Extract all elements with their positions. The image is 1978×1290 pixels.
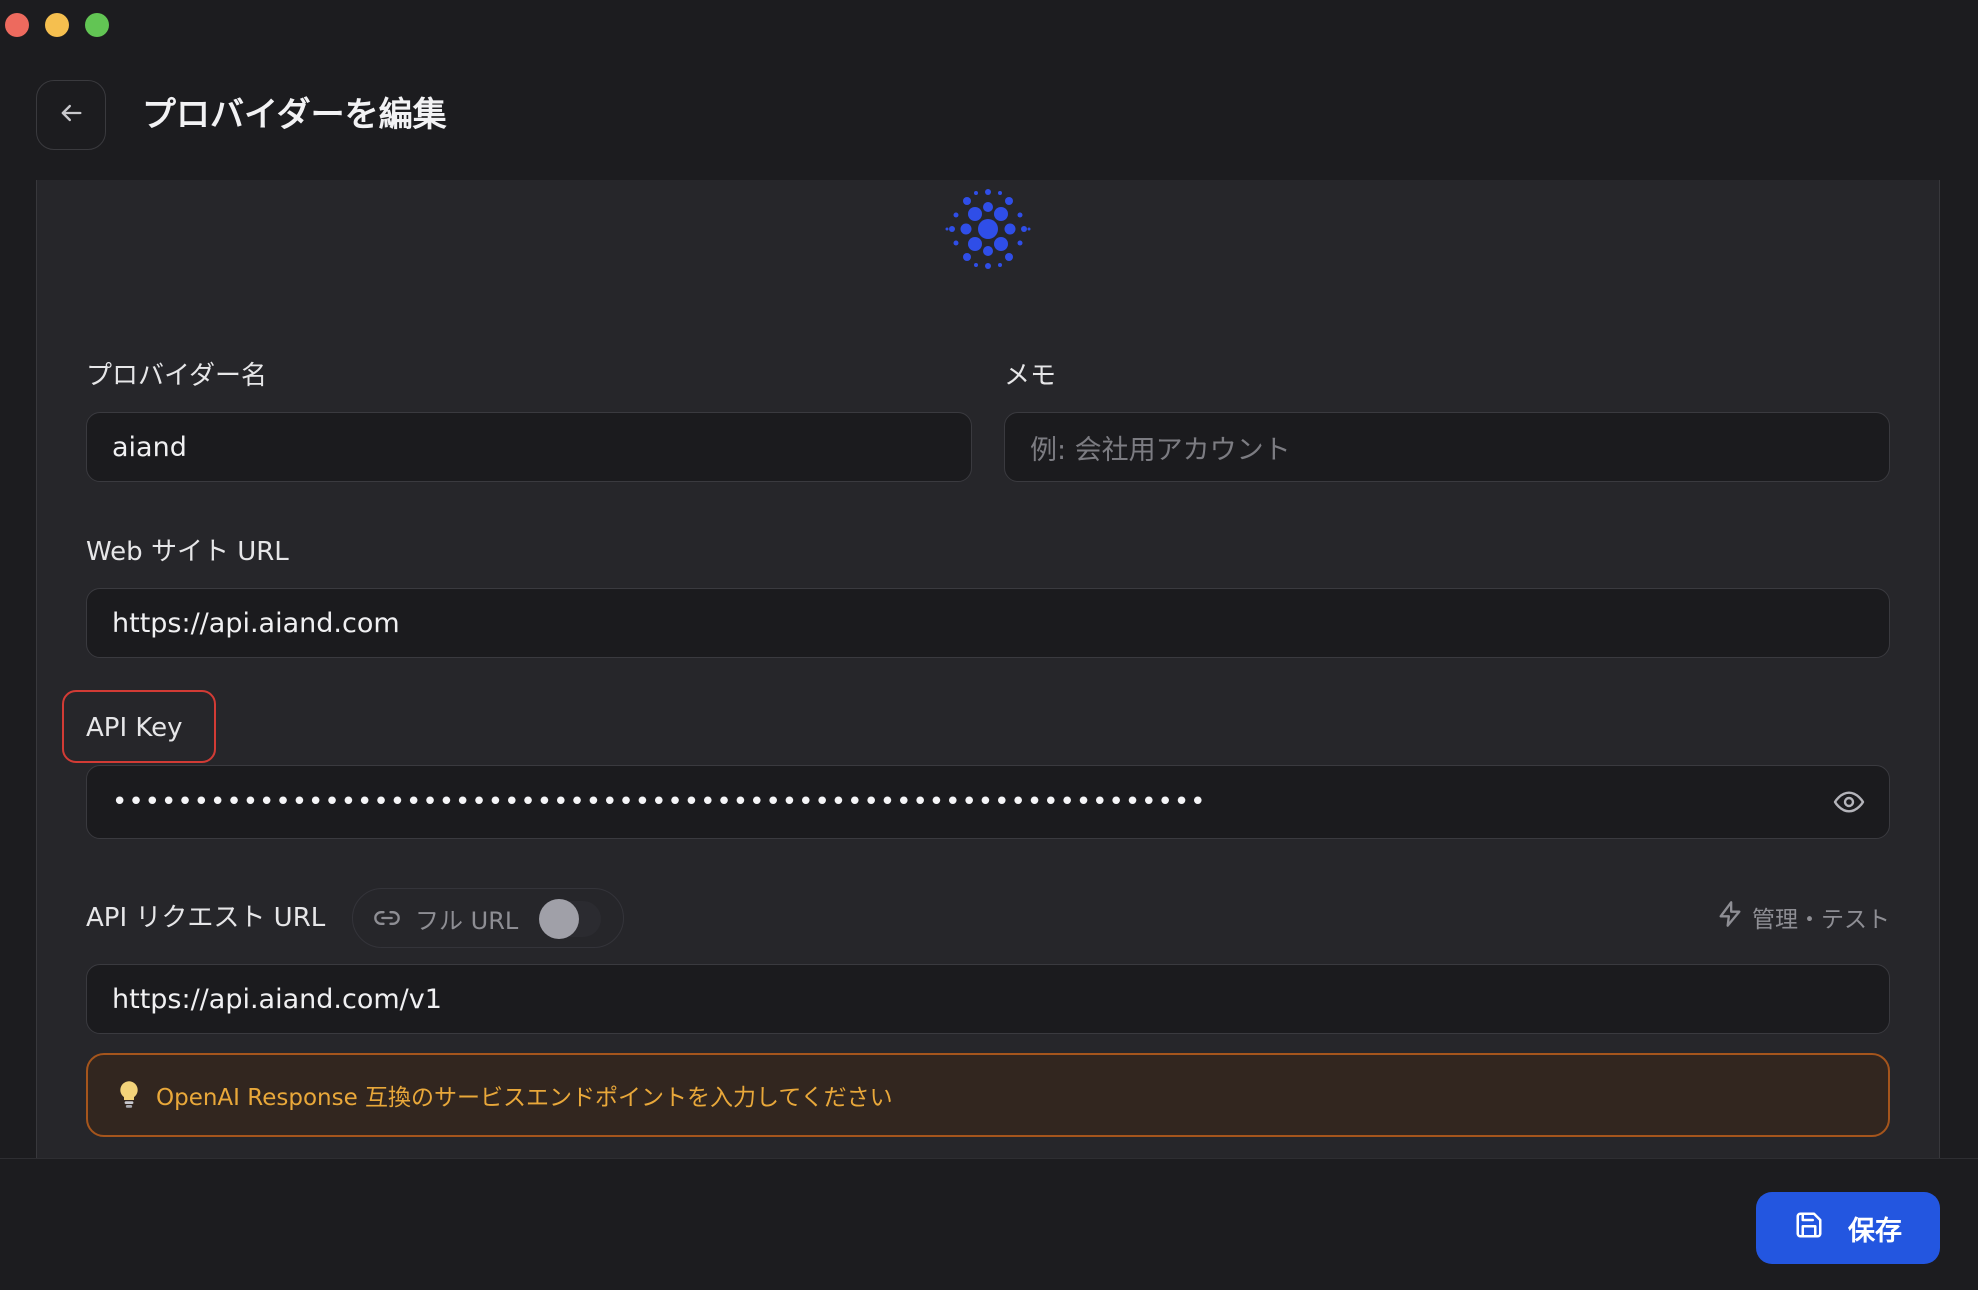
api-key-input[interactable]: ••••••••••••••••••••••••••••••••••••••••… bbox=[86, 765, 1890, 839]
lightbulb-icon bbox=[116, 1080, 142, 1110]
website-url-value: https://api.aiand.com bbox=[112, 607, 400, 639]
provider-name-value: aiand bbox=[112, 431, 187, 463]
manage-test-label: 管理・テスト bbox=[1752, 907, 1890, 933]
provider-logo-icon bbox=[942, 183, 1034, 279]
save-label: 保存 bbox=[1848, 1215, 1902, 1247]
api-key-masked-value: ••••••••••••••••••••••••••••••••••••••••… bbox=[112, 787, 1207, 817]
footer-divider bbox=[0, 1158, 1978, 1159]
memo-input[interactable]: 例: 会社用アカウント bbox=[1004, 412, 1890, 482]
api-request-url-input[interactable]: https://api.aiand.com/v1 bbox=[86, 964, 1890, 1034]
full-url-toggle-group[interactable]: フル URL bbox=[352, 888, 624, 948]
api-key-label: API Key bbox=[86, 713, 183, 743]
endpoint-hint: OpenAI Response 互換のサービスエンドポイントを入力してください bbox=[86, 1053, 1890, 1137]
arrow-left-icon bbox=[57, 99, 85, 131]
memo-placeholder: 例: 会社用アカウント bbox=[1030, 434, 1291, 466]
full-url-switch[interactable] bbox=[539, 899, 601, 939]
api-request-url-value: https://api.aiand.com/v1 bbox=[112, 983, 442, 1015]
website-url-input[interactable]: https://api.aiand.com bbox=[86, 588, 1890, 658]
provider-name-label: プロバイダー名 bbox=[86, 361, 267, 391]
endpoint-hint-text: OpenAI Response 互換のサービスエンドポイントを入力してください bbox=[156, 1085, 893, 1111]
full-url-switch-knob bbox=[539, 899, 579, 939]
minimize-window-button[interactable] bbox=[45, 13, 69, 37]
window-controls bbox=[5, 13, 109, 37]
link-icon bbox=[373, 904, 401, 932]
eye-icon[interactable] bbox=[1833, 786, 1865, 825]
back-button[interactable] bbox=[36, 80, 106, 150]
provider-name-input[interactable]: aiand bbox=[86, 412, 972, 482]
website-url-label: Web サイト URL bbox=[86, 537, 289, 567]
manage-test-link[interactable]: 管理・テスト bbox=[1716, 900, 1890, 934]
memo-label: メモ bbox=[1004, 361, 1057, 391]
app-window: プロバイダーを編集 プロバイダー名 aiand メモ 例: 会社用アカウント W… bbox=[0, 0, 1978, 1290]
api-request-url-label: API リクエスト URL bbox=[86, 903, 326, 933]
close-window-button[interactable] bbox=[5, 13, 29, 37]
lightning-icon bbox=[1716, 900, 1744, 934]
page-title: プロバイダーを編集 bbox=[142, 95, 447, 135]
save-icon bbox=[1794, 1210, 1824, 1247]
save-button[interactable]: 保存 bbox=[1756, 1192, 1940, 1264]
full-url-label: フル URL bbox=[415, 906, 519, 935]
maximize-window-button[interactable] bbox=[85, 13, 109, 37]
